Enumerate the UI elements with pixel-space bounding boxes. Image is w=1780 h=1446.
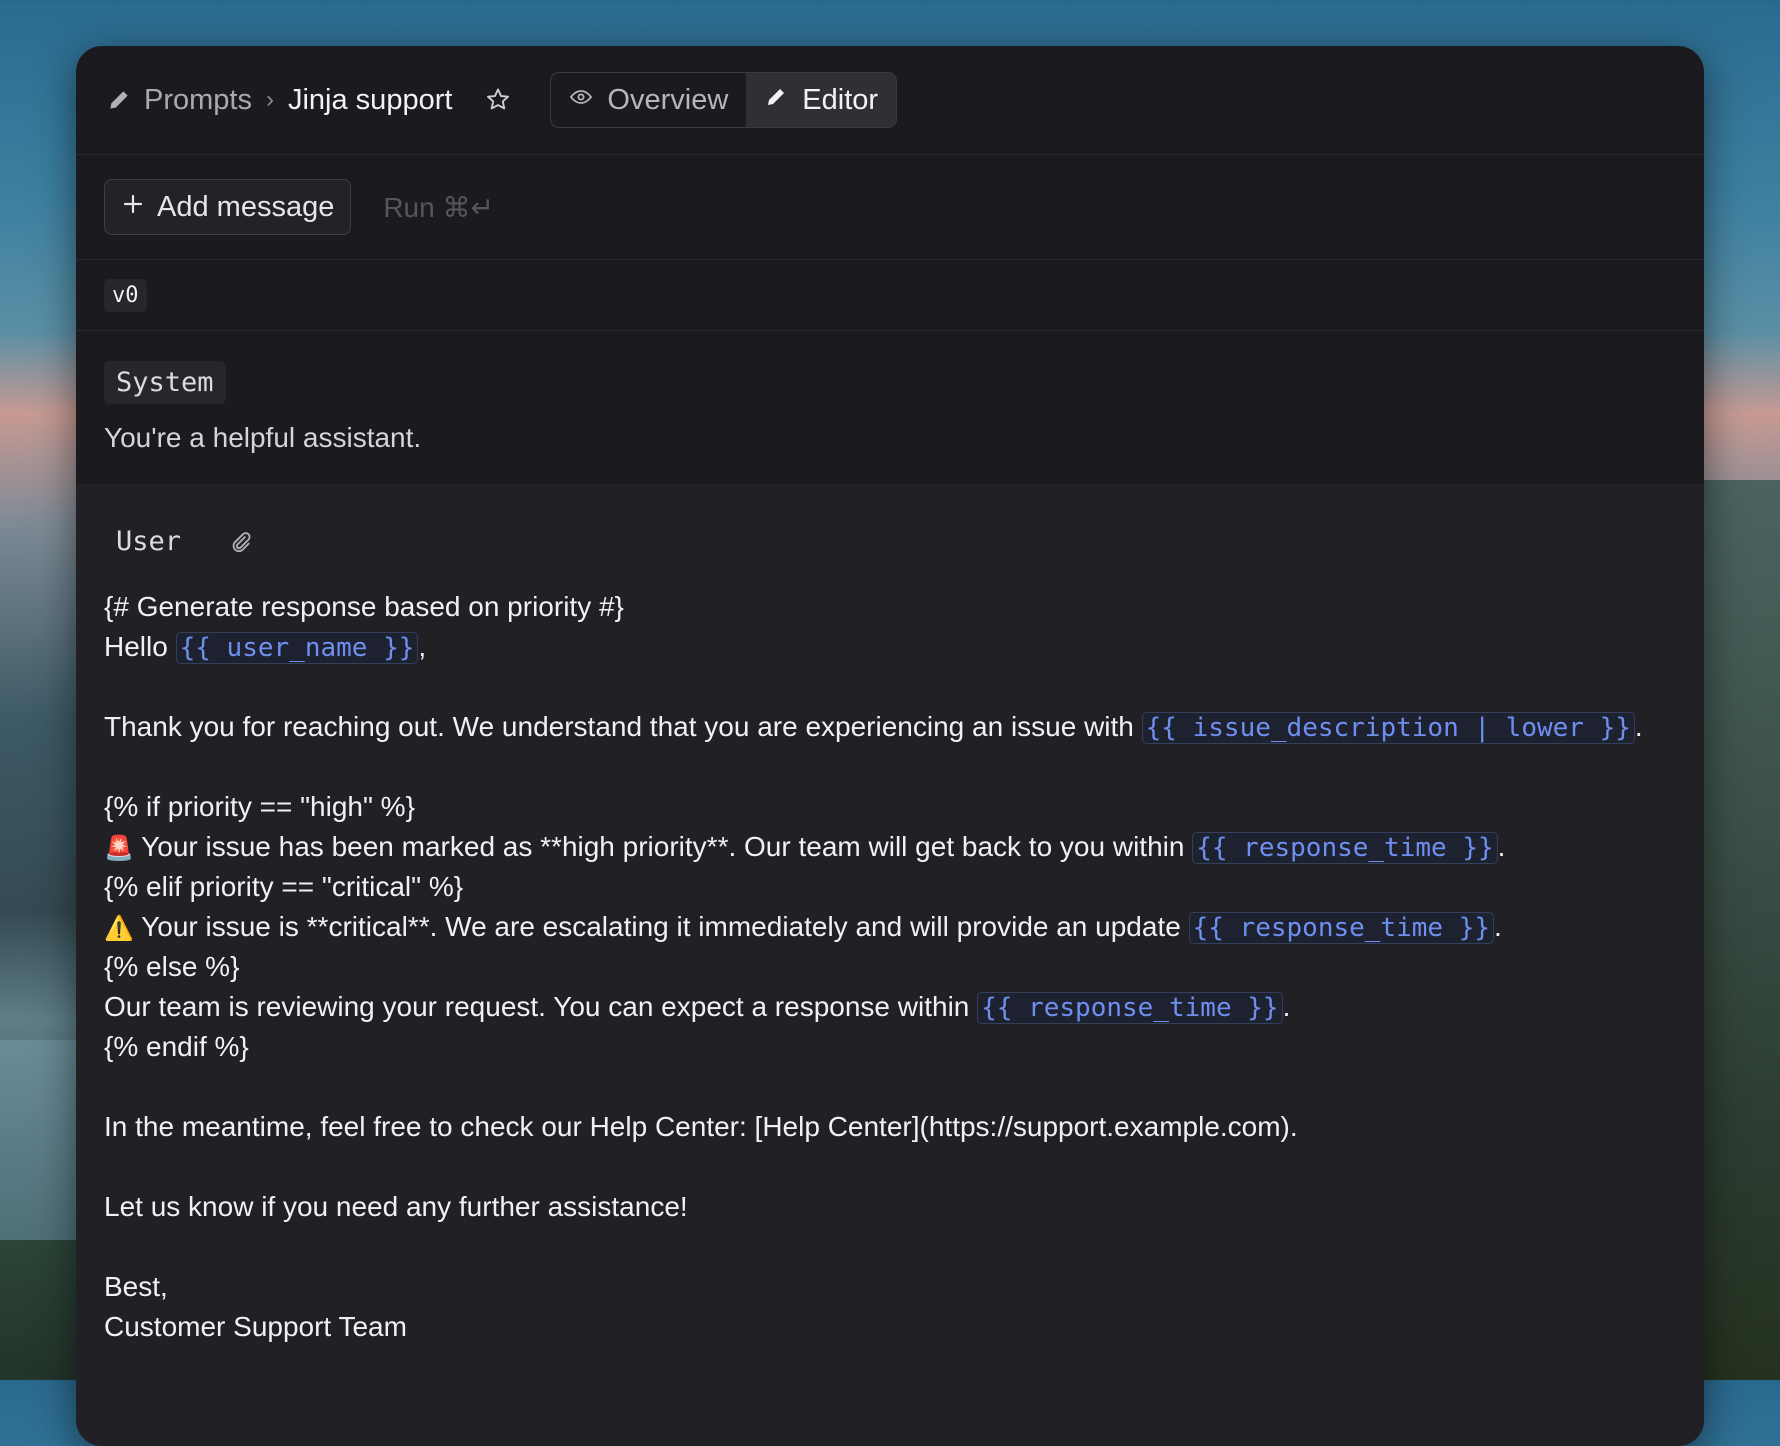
text-line: Thank you for reaching out. We understan… [104, 711, 1643, 744]
text-line: Customer Support Team [104, 1311, 407, 1342]
siren-icon: 🚨 [104, 835, 134, 862]
add-message-label: Add message [157, 190, 335, 223]
breadcrumb-current: Jinja support [287, 83, 453, 116]
tab-overview[interactable]: Overview [551, 73, 746, 127]
text-line: ⚠️ Your issue is **critical**. We are es… [104, 911, 1502, 944]
eye-icon [569, 84, 593, 117]
pencil-icon [764, 84, 788, 117]
version-tag: v0 [104, 278, 147, 312]
template-variable: {{ response_time }} [1192, 832, 1498, 864]
template-variable: {{ response_time }} [977, 992, 1283, 1024]
plus-icon [121, 191, 145, 224]
template-variable: {{ issue_description | lower }} [1141, 712, 1635, 744]
breadcrumb-prompts[interactable]: Prompts [144, 84, 252, 117]
add-message-button[interactable]: Add message [104, 179, 352, 235]
system-message-text[interactable]: You're a helpful assistant. [104, 422, 1676, 454]
view-tabs: Overview Editor [550, 72, 898, 128]
version-row: v0 [76, 260, 1704, 331]
text-line: {% if priority == "high" %} [104, 791, 415, 822]
text-line: {# Generate response based on priority #… [104, 591, 624, 622]
text-line: Let us know if you need any further assi… [104, 1191, 688, 1222]
text-line: {% endif %} [104, 1031, 249, 1062]
prompt-editor-window: Prompts › Jinja support Overview Editor [76, 46, 1704, 1446]
text-line: In the meantime, feel free to check our … [104, 1111, 1298, 1142]
text-line: Hello {{ user_name }}, [104, 631, 427, 664]
user-message-text[interactable]: {# Generate response based on priority #… [104, 587, 1676, 1347]
pencil-icon [106, 87, 132, 113]
user-message-header: User [104, 520, 1676, 563]
text-line: 🚨 Your issue has been marked as **high p… [104, 831, 1506, 864]
system-role-badge[interactable]: System [104, 361, 226, 404]
tab-overview-label: Overview [607, 83, 729, 116]
system-message[interactable]: System You're a helpful assistant. [76, 331, 1704, 484]
run-button[interactable]: Run ⌘↵ [383, 191, 494, 224]
breadcrumb-separator: › [265, 86, 274, 113]
top-bar: Prompts › Jinja support Overview Editor [76, 46, 1704, 155]
tab-editor[interactable]: Editor [746, 73, 897, 127]
template-variable: {{ response_time }} [1188, 912, 1495, 944]
tab-editor-label: Editor [802, 83, 879, 116]
warning-icon: ⚠️ [104, 915, 134, 942]
text-line: Our team is reviewing your request. You … [104, 991, 1291, 1024]
template-variable: {{ user_name }} [175, 632, 419, 664]
text-line: Best, [104, 1271, 168, 1302]
paperclip-icon[interactable] [227, 529, 253, 555]
user-message[interactable]: User {# Generate response based on prior… [76, 484, 1704, 1446]
toolbar: Add message Run ⌘↵ [76, 155, 1704, 260]
user-role-badge[interactable]: User [104, 520, 193, 563]
text-line: {% else %} [104, 951, 240, 982]
star-icon[interactable] [484, 86, 512, 114]
text-line: {% elif priority == "critical" %} [104, 871, 464, 902]
